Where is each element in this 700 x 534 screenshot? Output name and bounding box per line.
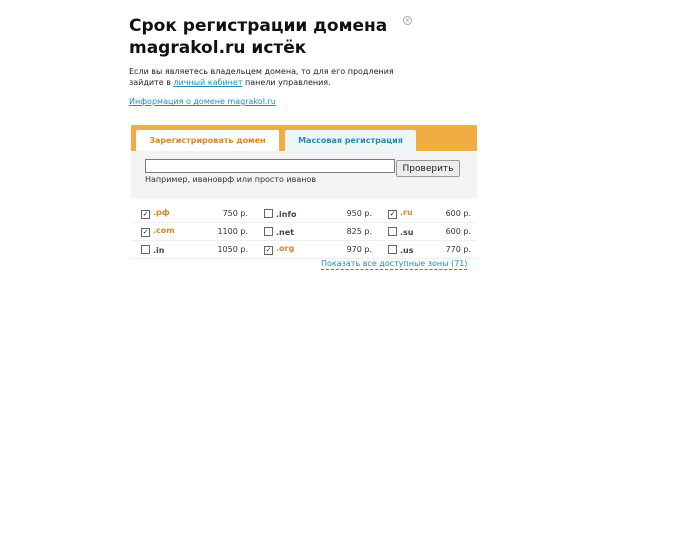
page-title-line-1: Срок регистрации домена xyxy=(129,16,388,36)
zone-checkbox[interactable] xyxy=(388,244,397,254)
zone-name[interactable]: .рф xyxy=(153,208,170,217)
check-button[interactable]: Проверить xyxy=(396,160,460,177)
zone-checkbox[interactable] xyxy=(264,208,273,218)
page-title: Срок регистрации домена magrakol.ru истё… xyxy=(129,15,399,59)
page-title-line-2: magrakol.ru истёк xyxy=(129,38,307,58)
zone-name[interactable]: .info xyxy=(276,210,296,219)
zone-price: 825 р. xyxy=(324,222,378,241)
zone-cell: ✓ .ru xyxy=(378,205,435,223)
zone-name[interactable]: .su xyxy=(400,228,414,237)
domain-search-input[interactable] xyxy=(145,159,395,173)
show-all-zones-link[interactable]: Показать все доступные зоны (71) xyxy=(321,258,468,270)
intro-text: Если вы являетесь владельцем домена, то … xyxy=(129,66,419,88)
zone-cell: ✓ .com xyxy=(131,222,206,241)
zone-price: 770 р. xyxy=(435,240,477,259)
zone-row: .in 1050 р. ✓ .org 970 р. .us 770 р. xyxy=(131,240,477,259)
zone-cell: .info xyxy=(254,205,324,223)
zone-name[interactable]: .com xyxy=(153,226,175,235)
zone-checkbox[interactable] xyxy=(388,226,397,236)
zone-cell: ✓ .org xyxy=(254,240,324,259)
tab-bulk-registration[interactable]: Массовая регистрация xyxy=(285,130,416,151)
zone-price: 1050 р. xyxy=(206,240,254,259)
zone-checkbox[interactable]: ✓ xyxy=(141,228,150,237)
zone-name[interactable]: .ru xyxy=(400,208,413,217)
zone-name[interactable]: .us xyxy=(400,246,414,255)
close-icon[interactable]: × xyxy=(403,16,412,25)
zone-price: 750 р. xyxy=(206,205,254,223)
zone-row: ✓ .com 1100 р. .net 825 р. .su 600 р. xyxy=(131,222,477,241)
zone-name[interactable]: .net xyxy=(276,228,294,237)
zone-name[interactable]: .org xyxy=(276,244,294,253)
tab-strip: Зарегистрировать домен Массовая регистра… xyxy=(131,125,477,151)
zone-checkbox[interactable]: ✓ xyxy=(141,210,150,219)
personal-account-link[interactable]: личный кабинет xyxy=(173,78,242,87)
domain-search-panel: Зарегистрировать домен Массовая регистра… xyxy=(131,125,477,199)
search-hint: Например, ивановрф или просто иванов xyxy=(145,175,317,184)
zone-checkbox[interactable] xyxy=(264,226,273,236)
zone-checkbox[interactable] xyxy=(141,244,150,254)
zone-row: ✓ .рф 750 р. .info 950 р. ✓ .ru 600 р. xyxy=(131,205,477,223)
zone-checkbox[interactable]: ✓ xyxy=(388,210,397,219)
zone-price: 600 р. xyxy=(435,205,477,223)
zone-price: 970 р. xyxy=(324,240,378,259)
zone-cell: .in xyxy=(131,240,206,259)
zone-table: ✓ .рф 750 р. .info 950 р. ✓ .ru 600 р. ✓ .com 1100… xyxy=(131,205,477,259)
zone-cell: .us xyxy=(378,240,435,259)
zone-cell: ✓ .рф xyxy=(131,205,206,223)
zone-price: 1100 р. xyxy=(206,222,254,241)
zone-cell: .net xyxy=(254,222,324,241)
zone-price: 600 р. xyxy=(435,222,477,241)
intro-text-after: панели управления. xyxy=(242,78,331,87)
zone-price: 950 р. xyxy=(324,205,378,223)
zone-name[interactable]: .in xyxy=(153,246,164,255)
tab-register-domain[interactable]: Зарегистрировать домен xyxy=(136,130,279,151)
domain-info-link[interactable]: Информация о домене magrakol.ru xyxy=(129,96,276,107)
zone-checkbox[interactable]: ✓ xyxy=(264,246,273,255)
zone-cell: .su xyxy=(378,222,435,241)
